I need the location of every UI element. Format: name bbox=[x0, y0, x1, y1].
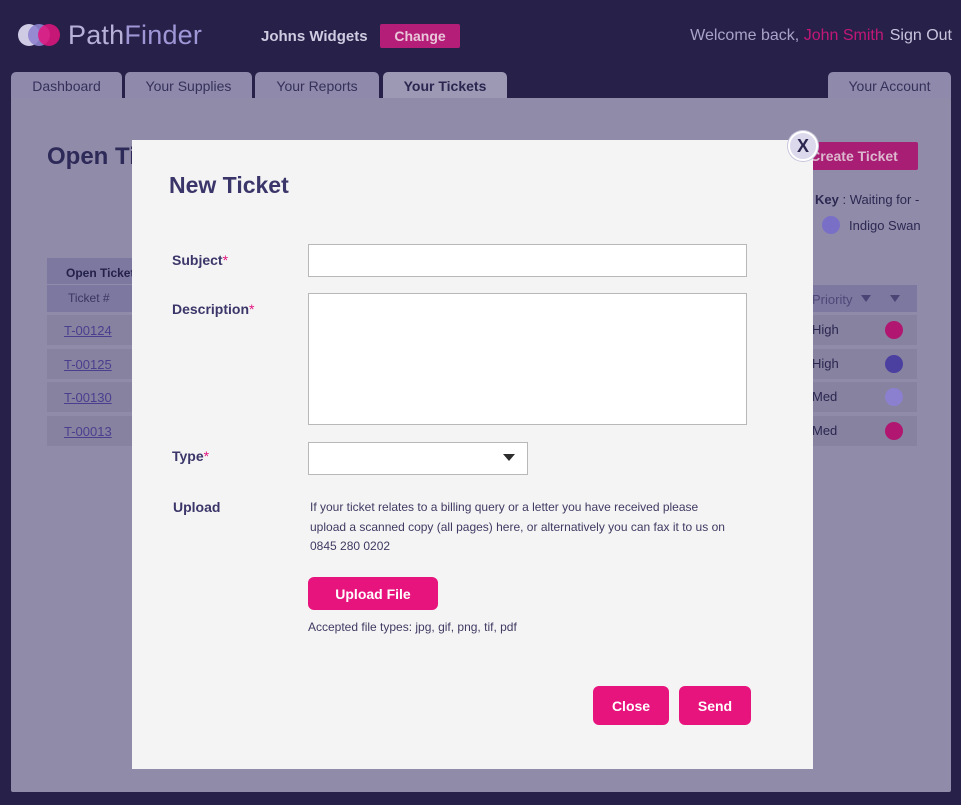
filter-down-icon[interactable] bbox=[890, 295, 900, 302]
status-dot-icon bbox=[885, 321, 903, 339]
ticket-link[interactable]: T-00125 bbox=[64, 357, 112, 372]
legend-dot-icon bbox=[822, 216, 840, 234]
description-textarea[interactable] bbox=[308, 293, 747, 425]
legend-label: Indigo Swan bbox=[849, 217, 921, 233]
send-button[interactable]: Send bbox=[679, 686, 751, 725]
type-select[interactable] bbox=[308, 442, 528, 475]
sort-down-icon[interactable] bbox=[861, 295, 871, 302]
upload-instructions: If your ticket relates to a billing quer… bbox=[310, 500, 725, 553]
modal-title: New Ticket bbox=[169, 172, 289, 198]
legend-item: Indigo Swan bbox=[822, 216, 921, 234]
close-button[interactable]: Close bbox=[593, 686, 669, 725]
tab-your-supplies[interactable]: Your Supplies bbox=[125, 72, 252, 99]
status-dot-icon bbox=[885, 422, 903, 440]
priority-value: High bbox=[812, 356, 839, 371]
sign-out-link[interactable]: Sign Out bbox=[890, 27, 952, 44]
subject-label: Subject* bbox=[172, 252, 229, 268]
logo-text: PathFinder bbox=[68, 19, 203, 50]
type-label: Type* bbox=[172, 448, 210, 464]
priority-header-label: Priority bbox=[812, 292, 853, 307]
status-key: Key : Waiting for - bbox=[815, 192, 920, 207]
change-company-button[interactable]: Change bbox=[380, 24, 460, 48]
logo[interactable]: PathFinder bbox=[18, 19, 203, 50]
priority-value: Med bbox=[812, 423, 838, 438]
status-dot-icon bbox=[885, 388, 903, 406]
ticket-link[interactable]: T-00124 bbox=[64, 323, 112, 338]
tab-your-tickets[interactable]: Your Tickets bbox=[383, 72, 507, 99]
upload-file-button[interactable]: Upload File bbox=[308, 577, 438, 610]
user-name-link[interactable]: John Smith bbox=[804, 27, 884, 44]
upload-label: Upload bbox=[173, 499, 221, 515]
tab-your-reports[interactable]: Your Reports bbox=[255, 72, 379, 99]
status-dot-icon bbox=[885, 355, 903, 373]
ticket-link[interactable]: T-00130 bbox=[64, 390, 112, 405]
accepted-file-types: Accepted file types: jpg, gif, png, tif,… bbox=[308, 620, 517, 634]
tab-your-account[interactable]: Your Account bbox=[828, 72, 951, 99]
priority-value: High bbox=[812, 322, 839, 337]
page-title: Open Ti bbox=[47, 143, 136, 170]
description-label: Description* bbox=[172, 301, 255, 317]
welcome-prefix: Welcome back, bbox=[690, 27, 804, 44]
ticket-link[interactable]: T-00013 bbox=[64, 424, 112, 439]
priority-value: Med bbox=[812, 389, 838, 404]
tab-dashboard[interactable]: Dashboard bbox=[11, 72, 122, 99]
company-name: Johns Widgets bbox=[261, 28, 368, 45]
welcome-message: Welcome back, John Smith Sign Out bbox=[690, 27, 952, 45]
chevron-down-icon[interactable] bbox=[503, 454, 515, 461]
close-modal-button[interactable]: X bbox=[788, 131, 818, 161]
logo-dots-icon bbox=[18, 24, 62, 46]
subject-input[interactable] bbox=[308, 244, 747, 277]
